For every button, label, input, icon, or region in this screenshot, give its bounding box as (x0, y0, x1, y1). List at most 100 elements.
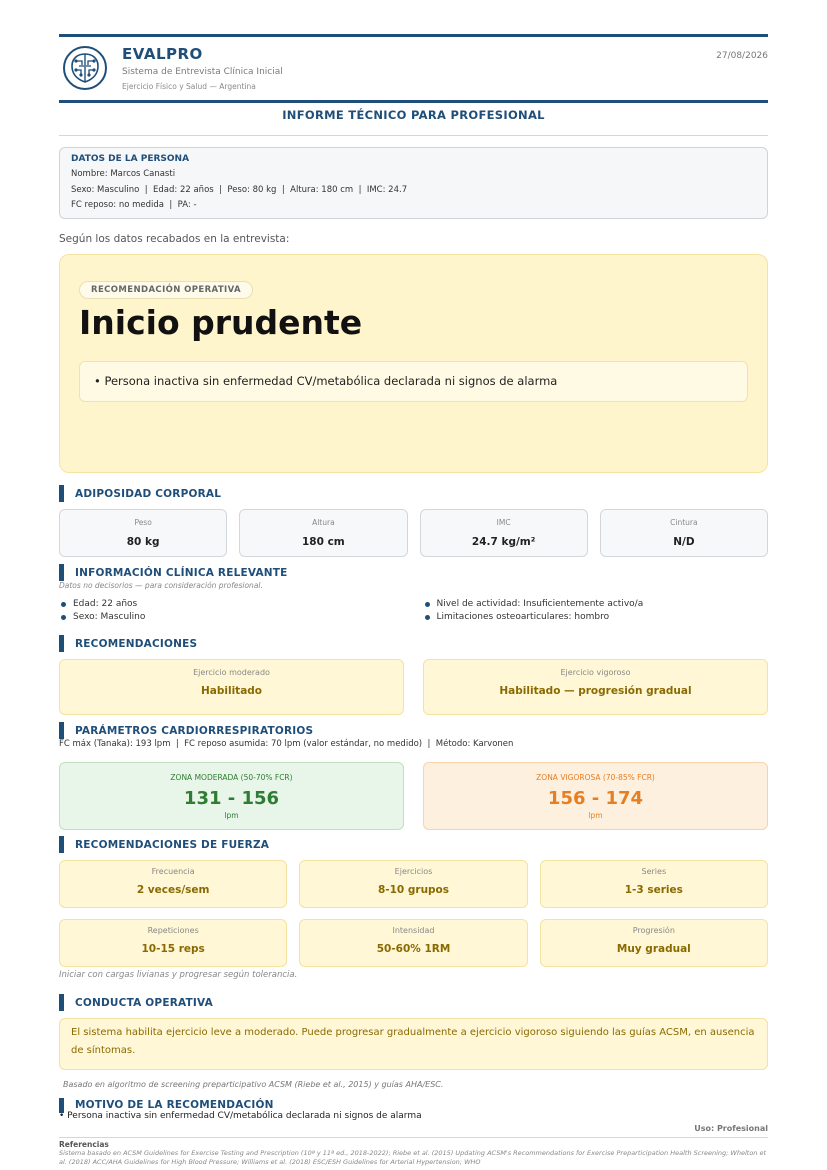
metric-height: Altura 180 cm (239, 509, 408, 557)
cardio-section-header: PARÁMETROS CARDIORRESPIRATORIOS (59, 722, 768, 739)
list-item: Edad: 22 años (59, 598, 405, 611)
brand-subtitle-secondary: Ejercicio Físico y Salud — Argentina (122, 82, 256, 91)
metric-label: IMC (496, 518, 511, 527)
person-name: Nombre: Marcos Canasti (71, 169, 176, 179)
card-value: 8-10 grupos (377, 884, 450, 896)
person-data-card: DATOS DE LA PERSONA Nombre: Marcos Canas… (59, 147, 768, 219)
card-label: Frecuencia (151, 867, 195, 876)
metric-label: Cintura (670, 518, 698, 527)
vigorous-zone-card: ZONA VIGOROSA (70-85% FCR) 156 - 174 lpm (423, 762, 768, 830)
intro-text: Según los datos recabados en la entrevis… (59, 233, 290, 245)
recommendations-section-header: RECOMENDACIONES (59, 635, 768, 652)
zone-unit: lpm (588, 811, 603, 820)
clinical-note: Datos no decisorios — para consideración… (59, 581, 263, 590)
conduct-section-title: CONDUCTA OPERATIVA (75, 996, 213, 1009)
moderate-exercise-card: Ejercicio moderado Habilitado (59, 659, 404, 715)
clinical-list-left: Edad: 22 años Sexo: Masculino (59, 598, 405, 624)
basis-text: Basado en algoritmo de screening prepart… (63, 1080, 444, 1089)
zone-label: ZONA MODERADA (50-70% FCR) (170, 773, 293, 782)
list-item: Sexo: Masculino (59, 611, 405, 624)
card-value: Habilitado (200, 685, 263, 697)
recommendation-card: RECOMENDACIÓN OPERATIVA Inicio prudente … (59, 254, 768, 473)
metric-value: 180 cm (302, 536, 345, 548)
conduct-section-header: CONDUCTA OPERATIVA (59, 994, 768, 1011)
card-label: Intensidad (392, 926, 435, 935)
recommendations-grid: Ejercicio moderado Habilitado Ejercicio … (59, 659, 768, 715)
strength-grid: Frecuencia 2 veces/sem Ejercicios 8-10 g… (59, 860, 768, 967)
adiposity-section-title: ADIPOSIDAD CORPORAL (75, 487, 222, 500)
zone-unit: lpm (224, 811, 239, 820)
strength-progression-card: Progresión Muy gradual (539, 919, 768, 967)
metric-weight: Peso 80 kg (59, 509, 228, 557)
card-value: 1-3 series (624, 884, 683, 896)
card-label: Progresión (632, 926, 675, 935)
section-marker (59, 836, 64, 853)
card-value: 50-60% 1RM (376, 943, 451, 955)
card-label: Repeticiones (147, 926, 199, 935)
references-divider (59, 1137, 768, 1138)
strength-exercises-card: Ejercicios 8-10 grupos (299, 860, 528, 908)
zone-value: 131 - 156 (183, 788, 280, 809)
list-item: Limitaciones osteoarticulares: hombro (423, 611, 769, 624)
recommendation-reason: • Persona inactiva sin enfermedad CV/met… (79, 361, 748, 402)
card-label: Ejercicios (394, 867, 433, 876)
cardio-parameters: FC máx (Tanaka): 193 lpm | FC reposo asu… (59, 739, 514, 749)
metric-bmi: IMC 24.7 kg/m² (419, 509, 588, 557)
clinical-section-header: INFORMACIÓN CLÍNICA RELEVANTE (59, 564, 768, 581)
metric-value: 80 kg (126, 536, 160, 548)
title-divider (59, 135, 768, 136)
references-text: Sistema basado en ACSM Guidelines for Ex… (59, 1149, 767, 1166)
recommendation-title: Inicio prudente (79, 303, 363, 342)
clinical-section-title: INFORMACIÓN CLÍNICA RELEVANTE (75, 566, 288, 579)
strength-section-title: RECOMENDACIONES DE FUERZA (75, 838, 270, 851)
recommendations-section-title: RECOMENDACIONES (75, 637, 198, 650)
header-divider (59, 100, 768, 103)
report-page: EVALPRO Sistema de Entrevista Clínica In… (59, 34, 768, 1167)
card-label: Ejercicio moderado (193, 668, 270, 677)
metric-label: Peso (134, 518, 152, 527)
strength-note: Iniciar con cargas livianas y progresar … (59, 970, 298, 980)
strength-section-header: RECOMENDACIONES DE FUERZA (59, 836, 768, 853)
metric-waist: Cintura N/D (599, 509, 768, 557)
strength-intensity-card: Intensidad 50-60% 1RM (299, 919, 528, 967)
card-label: Ejercicio vigoroso (560, 668, 631, 677)
zone-value: 156 - 174 (547, 788, 644, 809)
brain-circuit-icon (63, 46, 107, 90)
brand-name: EVALPRO (122, 45, 203, 63)
card-value: Muy gradual (616, 943, 691, 955)
report-date: 27/08/2026 (716, 51, 768, 61)
references-title: Referencias (59, 1140, 109, 1149)
brand-subtitle: Sistema de Entrevista Clínica Inicial (122, 67, 283, 77)
metric-value: 24.7 kg/m² (471, 536, 536, 548)
metric-label: Altura (312, 518, 335, 527)
card-label: Series (641, 867, 667, 876)
report-header: EVALPRO Sistema de Entrevista Clínica In… (59, 37, 768, 100)
report-title: INFORME TÉCNICO PARA PROFESIONAL (282, 108, 545, 122)
moderate-zone-card: ZONA MODERADA (50-70% FCR) 131 - 156 lpm (59, 762, 404, 830)
card-value: Habilitado — progresión gradual (499, 685, 692, 697)
section-marker (59, 994, 64, 1011)
section-marker (59, 564, 64, 581)
person-demographics: Sexo: Masculino | Edad: 22 años | Peso: … (71, 184, 408, 195)
strength-sets-card: Series 1-3 series (539, 860, 768, 908)
adiposity-metrics: Peso 80 kg Altura 180 cm IMC 24.7 kg/m² … (59, 509, 768, 557)
metric-value: N/D (673, 536, 695, 548)
cardio-section-title: PARÁMETROS CARDIORRESPIRATORIOS (75, 724, 314, 737)
motive-section-title: MOTIVO DE LA RECOMENDACIÓN (75, 1099, 274, 1111)
usage-label: Uso: Profesional (694, 1124, 768, 1133)
heart-rate-zones: ZONA MODERADA (50-70% FCR) 131 - 156 lpm… (59, 762, 768, 830)
section-marker (59, 635, 64, 652)
motive-section-header: MOTIVO DE LA RECOMENDACIÓN (59, 1097, 768, 1113)
recommendation-badge: RECOMENDACIÓN OPERATIVA (79, 281, 253, 299)
person-vitals: FC reposo: no medida | PA: - (71, 200, 197, 210)
strength-frequency-card: Frecuencia 2 veces/sem (59, 860, 288, 908)
section-marker (59, 485, 64, 502)
card-value: 10-15 reps (141, 943, 205, 955)
clinical-list: Edad: 22 años Sexo: Masculino Nivel de a… (59, 598, 768, 624)
conduct-text: El sistema habilita ejercicio leve a mod… (59, 1018, 768, 1070)
person-data-title: DATOS DE LA PERSONA (71, 154, 190, 164)
zone-label: ZONA VIGOROSA (70-85% FCR) (536, 773, 655, 782)
strength-reps-card: Repeticiones 10-15 reps (59, 919, 288, 967)
list-item: Nivel de actividad: Insuficientemente ac… (423, 598, 769, 611)
card-value: 2 veces/sem (136, 884, 210, 896)
